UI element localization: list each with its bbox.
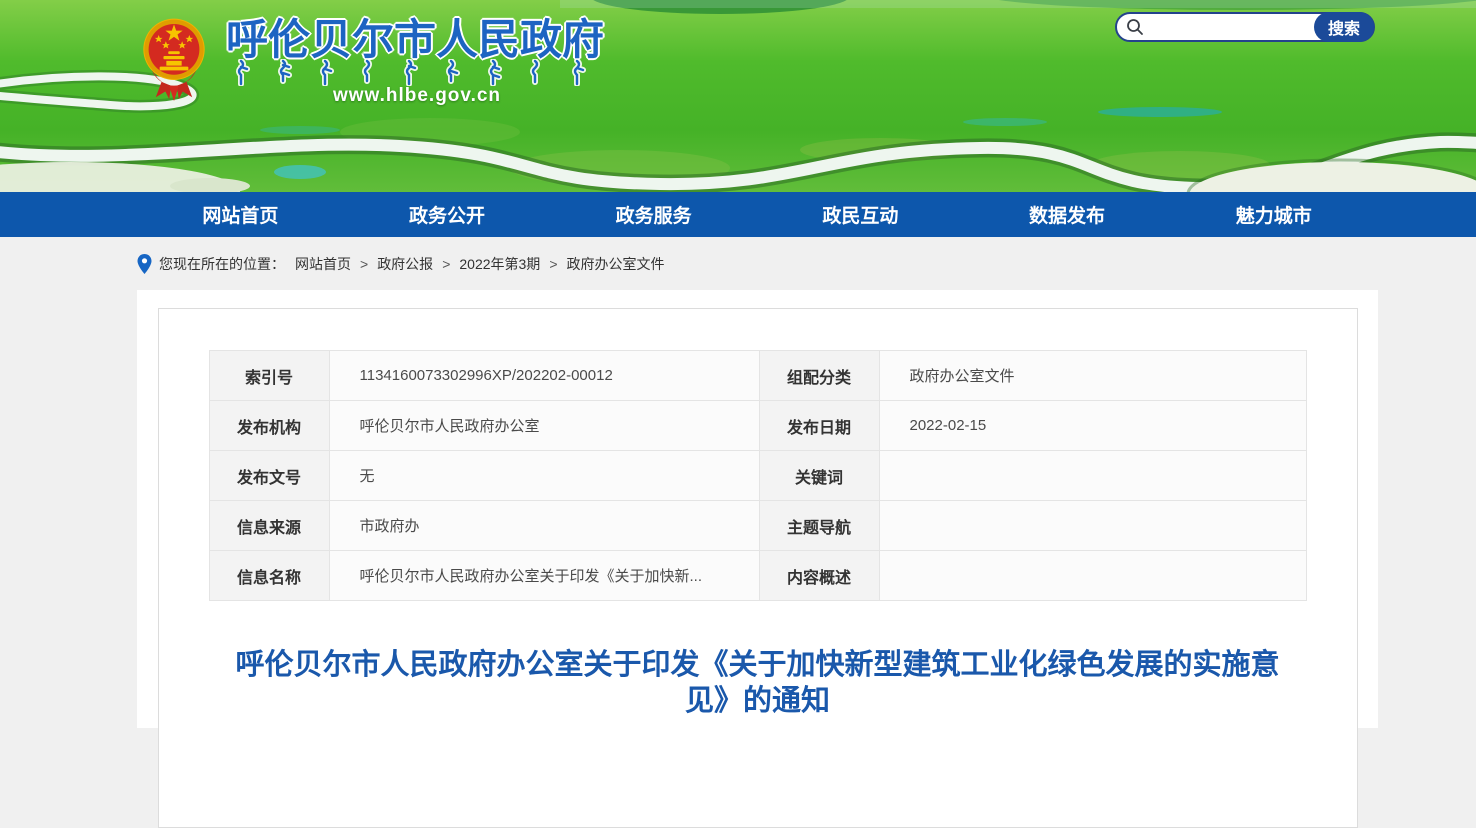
site-banner: 呼伦贝尔市人民政府 [0,0,1476,192]
meta-value-topic-nav [879,501,1306,551]
nav-item-gov-info[interactable]: 政务公开 [344,192,551,237]
meta-value-category: 政府办公室文件 [879,351,1306,401]
meta-label-publisher: 发布机构 [209,401,329,451]
table-row: 发布文号 无 关键词 [209,451,1306,501]
site-title[interactable]: 呼伦贝尔市人民政府 [226,6,626,67]
meta-value-keywords [879,451,1306,501]
breadcrumb-item-category[interactable]: 政府办公室文件 [567,254,665,274]
meta-value-doc-number: 无 [329,451,759,501]
table-row: 索引号 1134160073302996XP/202202-00012 组配分类… [209,351,1306,401]
table-row: 信息名称 呼伦贝尔市人民政府办公室关于印发《关于加快新... 内容概述 [209,551,1306,601]
nav-item-home[interactable]: 网站首页 [137,192,344,237]
meta-label-pub-date: 发布日期 [759,401,879,451]
breadcrumb-separator: > [360,256,368,272]
national-emblem-icon [141,11,207,103]
nav-item-data[interactable]: 数据发布 [964,192,1171,237]
mongolian-script [235,59,607,86]
nav-item-services[interactable]: 政务服务 [550,192,757,237]
meta-label-info-name: 信息名称 [209,551,329,601]
search-box: 搜索 [1115,12,1375,42]
meta-value-summary [879,551,1306,601]
breadcrumb-item-home[interactable]: 网站首页 [295,254,351,274]
table-row: 信息来源 市政府办 主题导航 [209,501,1306,551]
document-panel: 索引号 1134160073302996XP/202202-00012 组配分类… [158,308,1358,828]
location-pin-icon [137,254,152,274]
meta-label-topic-nav: 主题导航 [759,501,879,551]
table-row: 发布机构 呼伦贝尔市人民政府办公室 发布日期 2022-02-15 [209,401,1306,451]
content-card: 索引号 1134160073302996XP/202202-00012 组配分类… [137,290,1378,728]
breadcrumb-separator: > [442,256,450,272]
search-input[interactable] [1144,16,1314,38]
meta-value-publisher: 呼伦贝尔市人民政府办公室 [329,401,759,451]
meta-label-category: 组配分类 [759,351,879,401]
meta-label-keywords: 关键词 [759,451,879,501]
search-button[interactable]: 搜索 [1314,12,1374,42]
article-title: 呼伦贝尔市人民政府办公室关于印发《关于加快新型建筑工业化绿色发展的实施意见》的通… [228,647,1288,719]
meta-label-index: 索引号 [209,351,329,401]
breadcrumb-item-gazette[interactable]: 政府公报 [377,254,433,274]
meta-value-pub-date: 2022-02-15 [879,401,1306,451]
meta-value-info-name: 呼伦贝尔市人民政府办公室关于印发《关于加快新... [329,551,759,601]
nav-item-city[interactable]: 魅力城市 [1170,192,1377,237]
breadcrumb-separator: > [549,256,557,272]
site-url: www.hlbe.gov.cn [227,85,607,107]
nav-item-interaction[interactable]: 政民互动 [757,192,964,237]
breadcrumb-item-issue[interactable]: 2022年第3期 [459,254,540,274]
search-icon [1126,18,1144,36]
meta-value-source: 市政府办 [329,501,759,551]
meta-label-summary: 内容概述 [759,551,879,601]
meta-label-source: 信息来源 [209,501,329,551]
document-meta-table: 索引号 1134160073302996XP/202202-00012 组配分类… [209,350,1307,601]
breadcrumb: 您现在所在的位置： 网站首页 > 政府公报 > 2022年第3期 > 政府办公室… [137,237,1476,290]
main-nav: 网站首页 政务公开 政务服务 政民互动 数据发布 魅力城市 [0,192,1476,237]
breadcrumb-prefix: 您现在所在的位置： [159,254,285,274]
meta-value-index: 1134160073302996XP/202202-00012 [329,351,759,401]
meta-label-doc-number: 发布文号 [209,451,329,501]
